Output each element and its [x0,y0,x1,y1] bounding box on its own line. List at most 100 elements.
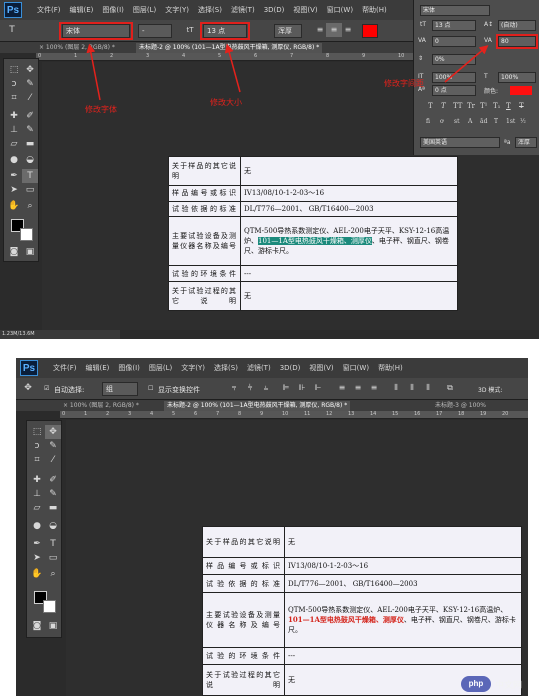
ruler-tick: 2 [106,411,110,417]
row-environment-value: --- [284,646,522,666]
clone-stamp-icon[interactable]: ⊥ [29,487,45,501]
menu-filter[interactable]: 滤镜(T) [247,363,271,373]
shape-tool-icon[interactable]: ▭ [45,551,61,565]
path-select-icon[interactable]: ➤ [29,551,45,565]
menu-bar: Ps 文件(F) 编辑(E) 图像(I) 图层(L) 文字(Y) 选择(S) 滤… [16,358,528,378]
row-sample-id-label: 样品编号或标识 [202,556,285,576]
distribute-bottom-icon[interactable]: ≡ [366,381,382,395]
distribute-top-icon[interactable]: ≡ [334,381,350,395]
align-hcenter-icon[interactable]: ⊪ [294,381,310,395]
zoom-tool-icon[interactable]: ⌕ [45,567,61,581]
ruler-tick: 10 [282,411,289,417]
menu-edit[interactable]: 编辑(E) [86,363,110,373]
quick-mask-icon[interactable]: ◙ [29,619,45,633]
history-brush-icon[interactable]: ✎ [45,487,61,501]
lasso-tool-icon[interactable]: ↄ [29,439,45,453]
hand-tool-icon[interactable]: ✋ [29,567,45,581]
ruler-tick: 16 [414,411,421,417]
distribute-left-icon[interactable]: ⦀ [388,381,404,395]
type-tool-icon[interactable]: T [45,537,61,551]
row-other-sample-notes-label: 关于样品的其它说明 [202,526,285,558]
ruler-tick: 3 [128,411,132,417]
document-table[interactable]: 关于样品的其它说明 无 样品编号或标识 IV13/08/10-1-2-03～16… [202,526,522,696]
ruler-tick: 14 [370,411,377,417]
menu-file[interactable]: 文件(F) [53,363,77,373]
auto-align-icon[interactable]: ⧉ [442,381,458,395]
align-left-icon[interactable]: ⊫ [278,381,294,395]
ruler-tick: 5 [172,411,176,417]
dodge-tool-icon[interactable]: ◒ [45,519,61,533]
eyedropper-icon[interactable]: ⁄ [45,453,61,467]
menu-select[interactable]: 选择(S) [214,363,238,373]
equipment-text-a: QTM-500导热系数测定仪、AEL-200电子天平、KSY-12-16高温炉、 [288,605,508,614]
spacing-annotation-arrow [444,45,489,83]
top-screenshot: Ps 文件(F) 编辑(E) 图像(I) 图层(L) 文字(Y) 选择(S) 滤… [0,0,539,339]
menu-type[interactable]: 文字(Y) [181,363,205,373]
tab-layer2[interactable]: × 100% (图层 2, RGB/8) * [60,401,142,411]
background-color[interactable] [43,600,56,613]
watermark: php 中文网 [460,676,522,692]
ruler-tick: 6 [194,411,198,417]
move-tool-icon[interactable]: ✥ [20,381,36,395]
move-options-bar: ✥ ☑ 自动选择: 组 ☐ 显示变换控件 ⫧ ⫩ ⫨ ⊫ ⊪ ⊩ ≡ ≡ ≡ ⦀… [16,378,528,400]
align-top-icon[interactable]: ⫧ [226,381,242,395]
row-process-notes-label: 关于试验过程的其它说明 [202,664,285,696]
gradient-tool-icon[interactable]: ▬ [45,501,61,515]
distribute-right-icon[interactable]: ⦀ [420,381,436,395]
screen-mode-icon[interactable]: ▣ [45,619,61,633]
blur-tool-icon[interactable]: ● [29,519,45,533]
tab-untitled-3[interactable]: 未标题-3 @ 100% [432,401,489,411]
annotation-arrows [86,43,489,101]
ruler-tick: 18 [458,411,465,417]
auto-select-dropdown[interactable]: 组 [102,382,138,396]
row-equipment-label: 主要试验设备及测量仪器名称及编号 [202,591,285,648]
menu-window[interactable]: 窗口(W) [343,363,369,373]
marquee-tool-icon[interactable]: ⬚ [29,425,45,439]
row-environment-label: 试验的环境条件 [202,646,285,666]
watermark-text: 中文网 [494,680,522,691]
align-vcenter-icon[interactable]: ⫩ [242,381,258,395]
annotation-change-size: 修改大小 [210,98,242,107]
pen-tool-icon[interactable]: ✒ [29,537,45,551]
equipment-styled-text: 101—1A型电热鼓风干燥箱、测厚仪 [288,614,404,624]
ruler-tick: 0 [62,411,66,417]
healing-brush-icon[interactable]: ✚ [29,473,45,487]
menu-3d[interactable]: 3D(D) [280,364,301,372]
crop-tool-icon[interactable]: ⌗ [29,453,45,467]
eraser-tool-icon[interactable]: ▱ [29,501,45,515]
ruler-tick: 17 [436,411,443,417]
menu-help[interactable]: 帮助(H) [378,363,403,373]
tab-untitled-2[interactable]: 未标题-2 @ 100% (101—1A型电热鼓风干燥箱, 测厚仪, RGB/8… [164,401,351,411]
ruler-tick: 7 [216,411,220,417]
photoshop-logo: Ps [20,360,38,376]
row-standard-label: 试验依据的标准 [202,574,285,593]
annotation-change-spacing: 修改字间距 [384,79,424,88]
ruler-tick: 4 [150,411,154,417]
font-annotation-arrow [86,43,101,101]
menu-image[interactable]: 图像(I) [118,363,140,373]
ruler-tick: 19 [480,411,487,417]
quick-select-icon[interactable]: ✎ [45,439,61,453]
distribute-hcenter-icon[interactable]: ⦀ [404,381,420,395]
menu-layer[interactable]: 图层(L) [149,363,172,373]
bottom-screenshot: Ps 文件(F) 编辑(E) 图像(I) 图层(L) 文字(Y) 选择(S) 滤… [16,358,528,696]
auto-select-label: 自动选择: [54,386,85,394]
ruler-tick: 11 [304,411,311,417]
align-bottom-icon[interactable]: ⫨ [258,381,274,395]
menu-view[interactable]: 视图(V) [309,363,333,373]
show-transform-checkbox[interactable]: ☐ [148,385,153,392]
auto-select-checkbox[interactable]: ☑ [44,385,49,392]
brush-tool-icon[interactable]: ✐ [45,473,61,487]
ruler-tick: 20 [502,411,509,417]
ruler-tick: 13 [348,411,355,417]
align-right-icon[interactable]: ⊩ [310,381,326,395]
ruler-tick: 12 [326,411,333,417]
ruler-tick: 8 [238,411,242,417]
move-tool-active-icon[interactable]: ✥ [45,425,61,439]
show-transform-label: 显示变换控件 [158,386,200,394]
distribute-vcenter-icon[interactable]: ≡ [350,381,366,395]
tools-panel: ⬚ ✥ ↄ ✎ ⌗ ⁄ ✚ ✐ ⊥ ✎ ▱ ▬ ● ◒ ✒ T ➤ ▭ ✋ ⌕ … [26,420,62,638]
horizontal-ruler: 0 1 2 3 4 5 6 7 8 9 10 11 12 13 14 15 16 17 18 19 20 [60,411,528,419]
row-equipment-value: QTM-500导热系数测定仪、AEL-200电子天平、KSY-12-16高温炉、… [284,591,522,648]
ruler-tick: 1 [84,411,88,417]
